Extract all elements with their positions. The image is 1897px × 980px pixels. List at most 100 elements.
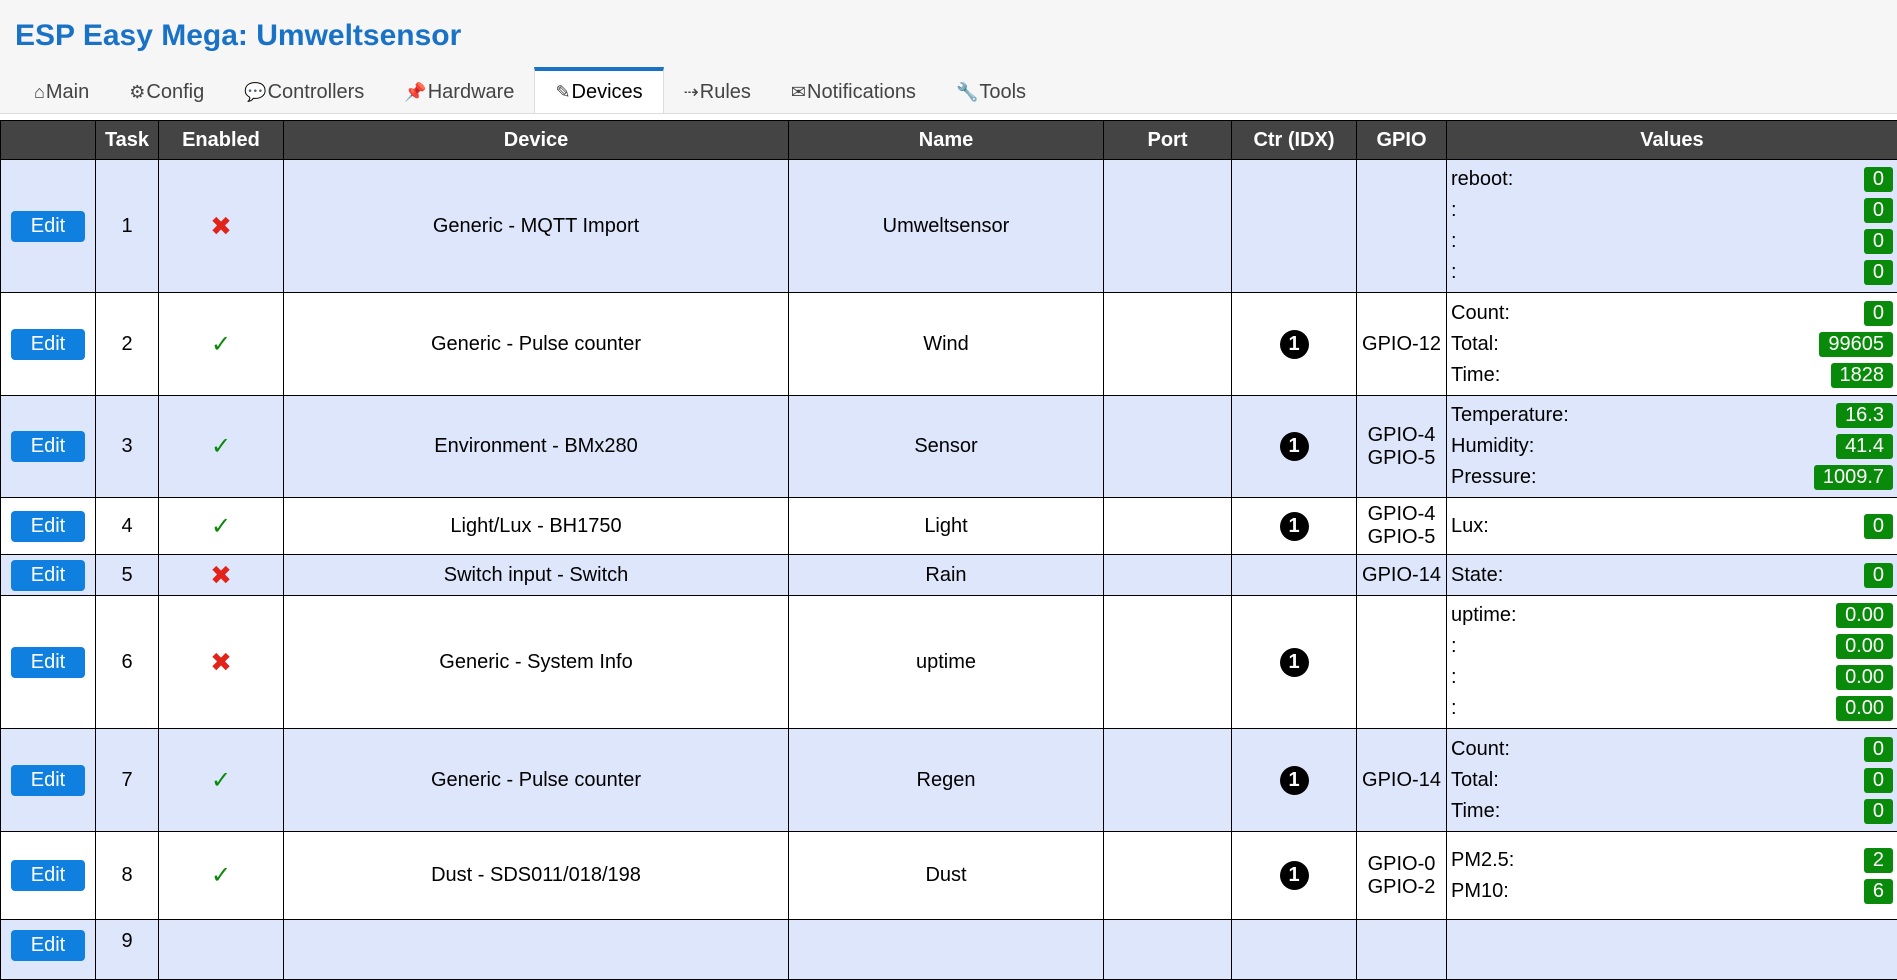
devices-table: Task Enabled Device Name Port Ctr (IDX) … <box>0 120 1897 980</box>
value-row: Lux:0 <box>1451 511 1893 542</box>
col-header-ctr-idx[interactable]: Ctr (IDX) <box>1232 121 1357 160</box>
value-badge: 0 <box>1864 198 1893 223</box>
value-row: :0.00 <box>1451 693 1893 724</box>
ctr-cell <box>1232 160 1357 293</box>
ctr-cell: 1 <box>1232 832 1357 920</box>
checkmark-icon: ✓ <box>211 433 231 460</box>
table-row: Edit6✖Generic - System Infouptime1uptime… <box>1 596 1897 729</box>
tab-divider <box>0 113 1897 114</box>
tab-rules[interactable]: ⇢Rules <box>664 71 771 113</box>
gpio-cell <box>1357 596 1447 729</box>
gpio-pin: GPIO-14 <box>1361 769 1442 792</box>
value-badge: 0 <box>1864 260 1893 285</box>
wrench-icon: 🔧 <box>956 82 978 103</box>
device-cell: Dust - SDS011/018/198 <box>284 832 789 920</box>
value-label: : <box>1451 666 1457 689</box>
ctr-cell <box>1232 920 1357 980</box>
dashed-arrow-icon: ⇢ <box>684 82 699 103</box>
value-label: Temperature: <box>1451 404 1569 427</box>
port-cell <box>1104 596 1232 729</box>
value-row: uptime:0.00 <box>1451 600 1893 631</box>
value-badge: 0 <box>1864 167 1893 192</box>
cross-icon: ✖ <box>210 560 232 590</box>
gpio-pin: GPIO-0 <box>1361 853 1442 876</box>
edit-button[interactable]: Edit <box>11 560 85 591</box>
value-badge: 1009.7 <box>1814 465 1893 490</box>
home-icon: ⌂ <box>34 82 45 103</box>
value-badge: 16.3 <box>1836 403 1893 428</box>
device-cell: Generic - Pulse counter <box>284 729 789 832</box>
table-row: Edit5✖Switch input - SwitchRainGPIO-14St… <box>1 555 1897 596</box>
value-label: Time: <box>1451 364 1500 387</box>
value-label: State: <box>1451 564 1503 587</box>
edit-button[interactable]: Edit <box>11 765 85 796</box>
enabled-cell: ✖ <box>159 160 284 293</box>
edit-button[interactable]: Edit <box>11 329 85 360</box>
col-header-gpio[interactable]: GPIO <box>1357 121 1447 160</box>
values-cell: PM2.5:2PM10:6 <box>1447 832 1897 920</box>
col-header-task[interactable]: Task <box>96 121 159 160</box>
device-cell <box>284 920 789 980</box>
ctr-cell: 1 <box>1232 498 1357 555</box>
value-row: Total:0 <box>1451 765 1893 796</box>
tab-config[interactable]: ⚙Config <box>109 71 224 113</box>
edit-button[interactable]: Edit <box>11 647 85 678</box>
name-cell: uptime <box>789 596 1104 729</box>
value-label: reboot: <box>1451 168 1513 191</box>
tab-hardware[interactable]: 📌Hardware <box>384 71 534 113</box>
col-header-enabled[interactable]: Enabled <box>159 121 284 160</box>
col-header-port[interactable]: Port <box>1104 121 1232 160</box>
device-cell: Environment - BMx280 <box>284 396 789 498</box>
name-cell: Regen <box>789 729 1104 832</box>
value-badge: 0 <box>1864 514 1893 539</box>
tab-tools[interactable]: 🔧Tools <box>936 71 1046 113</box>
gpio-cell: GPIO-12 <box>1357 293 1447 396</box>
value-row: State:0 <box>1451 560 1893 591</box>
gpio-cell <box>1357 160 1447 293</box>
values-cell <box>1447 920 1897 980</box>
tab-notifications[interactable]: ✉Notifications <box>771 71 936 113</box>
gpio-pin: GPIO-5 <box>1361 447 1442 470</box>
enabled-cell: ✓ <box>159 396 284 498</box>
edit-button[interactable]: Edit <box>11 860 85 891</box>
gpio-pin: GPIO-14 <box>1361 564 1442 587</box>
table-row: Edit8✓Dust - SDS011/018/198Dust1GPIO-0GP… <box>1 832 1897 920</box>
task-cell: 7 <box>96 729 159 832</box>
value-label: Total: <box>1451 769 1499 792</box>
envelope-icon: ✉ <box>791 82 806 103</box>
tab-main[interactable]: ⌂Main <box>14 71 109 113</box>
col-header-name[interactable]: Name <box>789 121 1104 160</box>
edit-cell: Edit <box>1 555 96 596</box>
pen-icon: ✎ <box>555 82 570 103</box>
edit-cell: Edit <box>1 729 96 832</box>
value-badge: 0.00 <box>1836 634 1893 659</box>
value-badge: 0.00 <box>1836 665 1893 690</box>
value-badge: 2 <box>1864 848 1893 873</box>
gpio-cell <box>1357 920 1447 980</box>
name-cell: Sensor <box>789 396 1104 498</box>
task-cell: 4 <box>96 498 159 555</box>
tab-controllers[interactable]: 💬Controllers <box>224 71 384 113</box>
values-cell: State:0 <box>1447 555 1897 596</box>
values-cell: uptime:0.00:0.00:0.00:0.00 <box>1447 596 1897 729</box>
edit-button[interactable]: Edit <box>11 211 85 242</box>
enabled-cell: ✓ <box>159 498 284 555</box>
edit-button[interactable]: Edit <box>11 511 85 542</box>
col-header-values[interactable]: Values <box>1447 121 1897 160</box>
task-cell: 2 <box>96 293 159 396</box>
port-cell <box>1104 832 1232 920</box>
device-cell: Light/Lux - BH1750 <box>284 498 789 555</box>
gpio-pin: GPIO-4 <box>1361 503 1442 526</box>
value-badge: 41.4 <box>1836 434 1893 459</box>
value-row: :0 <box>1451 195 1893 226</box>
tab-devices[interactable]: ✎Devices <box>534 67 663 113</box>
controller-index-badge: 1 <box>1280 512 1309 541</box>
edit-button[interactable]: Edit <box>11 431 85 462</box>
port-cell <box>1104 920 1232 980</box>
col-header-device[interactable]: Device <box>284 121 789 160</box>
edit-button[interactable]: Edit <box>11 930 85 961</box>
value-row: PM10:6 <box>1451 876 1893 907</box>
values-cell: Count:0Total:0Time:0 <box>1447 729 1897 832</box>
table-row: Edit4✓Light/Lux - BH1750Light1GPIO-4GPIO… <box>1 498 1897 555</box>
gear-icon: ⚙ <box>129 82 145 103</box>
